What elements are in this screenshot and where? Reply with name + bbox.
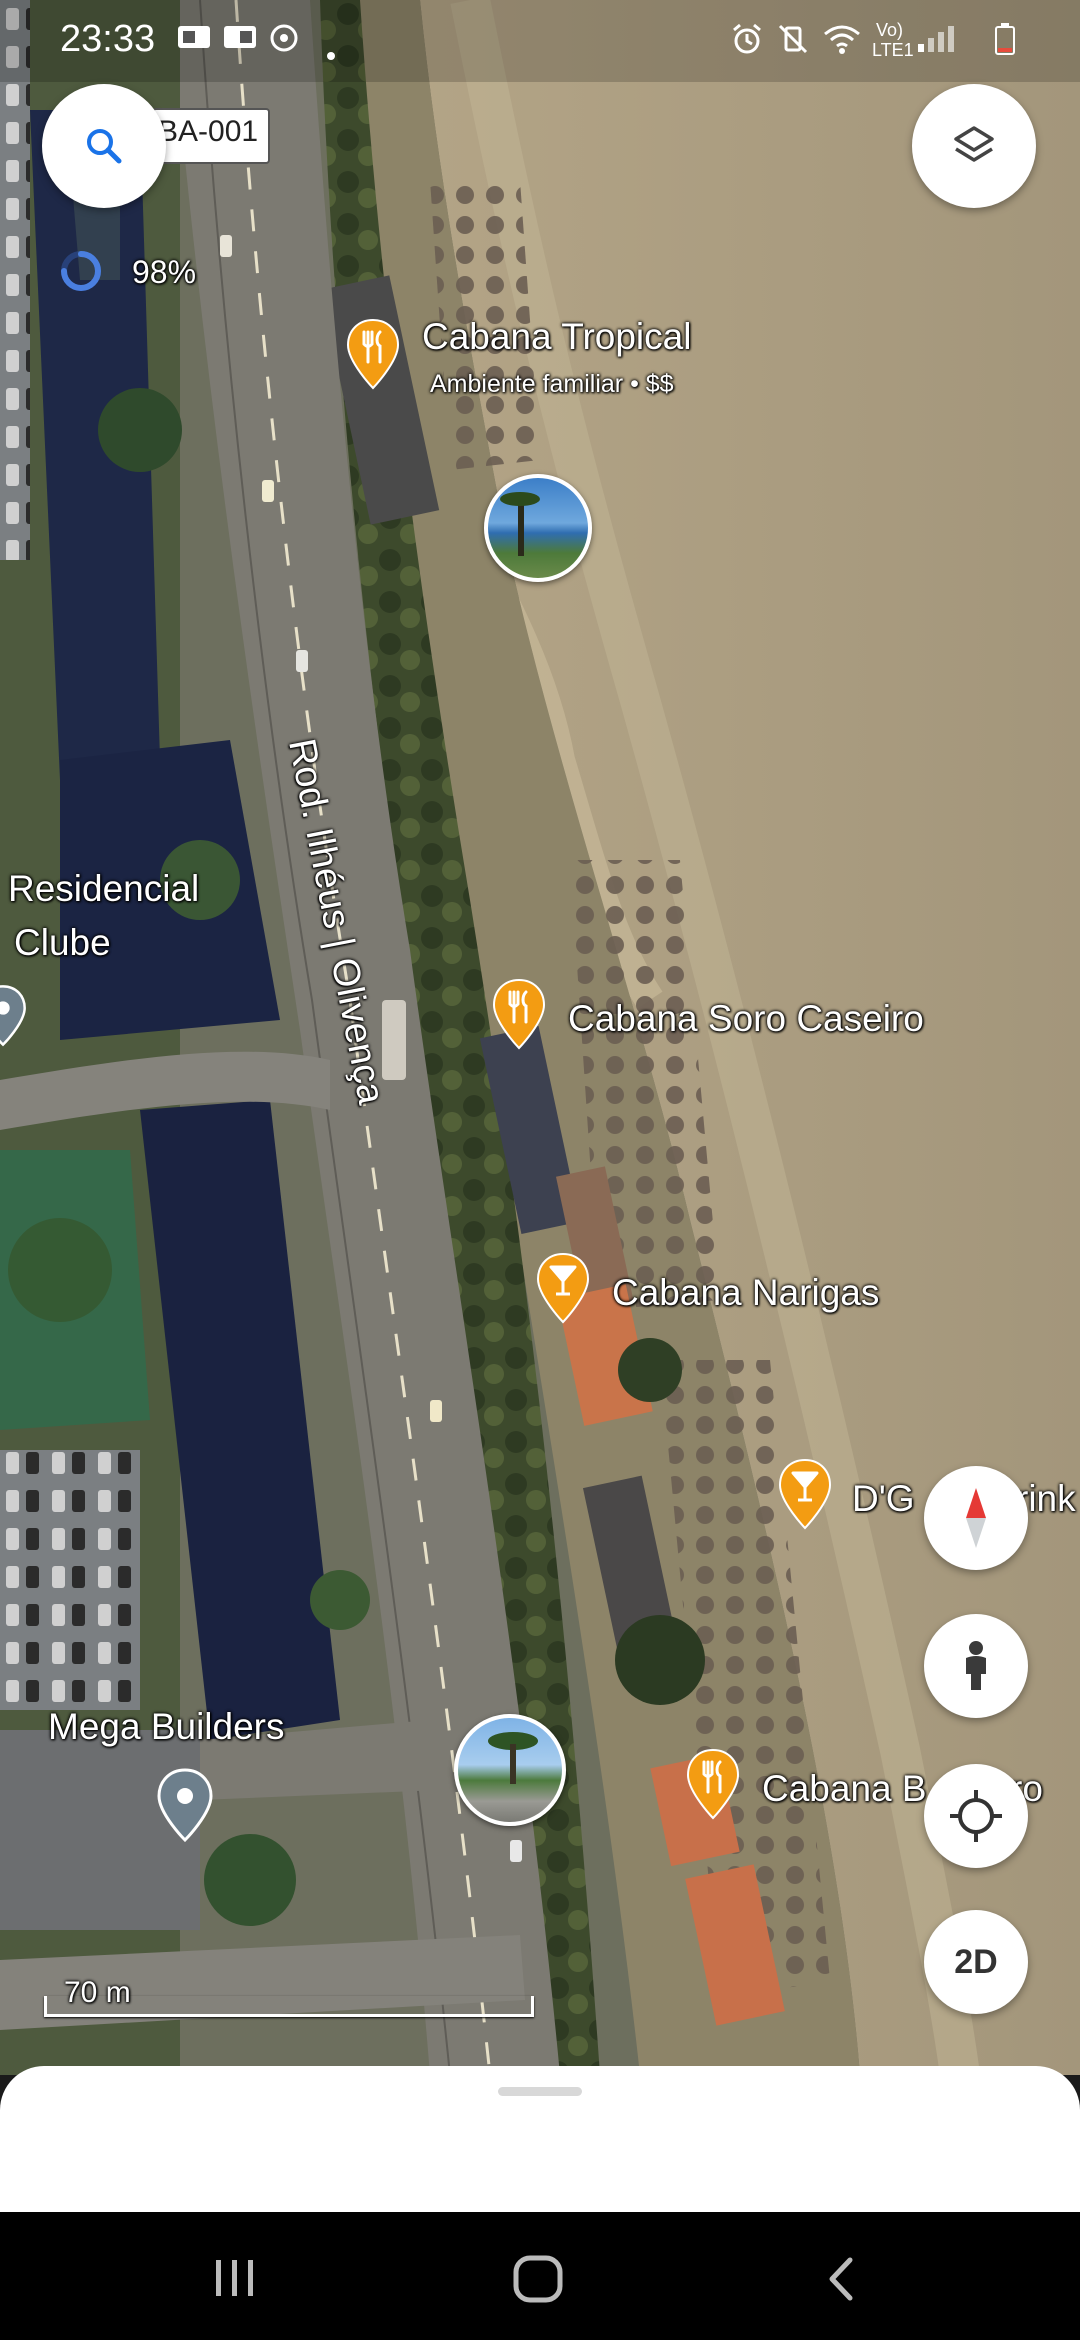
- area-label-clube: Clube: [14, 922, 111, 963]
- bar-icon[interactable]: [536, 1252, 590, 1324]
- alarm-icon: [730, 22, 764, 63]
- bar-icon[interactable]: [778, 1458, 832, 1530]
- compass-button[interactable]: [924, 1466, 1028, 1570]
- place-pin-edge-icon[interactable]: [0, 984, 28, 1052]
- poi-name-cabana-b[interactable]: Cabana B: [762, 1768, 927, 1810]
- place-pin-icon[interactable]: [155, 1768, 215, 1848]
- notification-icon: [176, 22, 212, 59]
- area-label-residencial: Residencial: [8, 868, 200, 909]
- home-icon[interactable]: [512, 2254, 566, 2304]
- network-label: LTE1: [872, 40, 914, 60]
- recents-icon[interactable]: [210, 2256, 260, 2300]
- view-mode-button[interactable]: 2D: [924, 1910, 1028, 2014]
- back-icon[interactable]: [822, 2256, 862, 2302]
- road-badge-label: BA-001: [158, 115, 259, 148]
- restaurant-icon[interactable]: [346, 318, 400, 390]
- street-view-button[interactable]: [924, 1614, 1028, 1718]
- signal-icon: [916, 22, 960, 61]
- poi-name-dg-drink[interactable]: D'G: [852, 1478, 915, 1520]
- volte-label: Vo): [876, 20, 904, 40]
- sync-icon: [268, 22, 300, 61]
- poi-name-cabana-tropical[interactable]: Cabana Tropical: [422, 316, 691, 358]
- search-icon: [87, 129, 122, 164]
- dot-icon: [326, 36, 336, 68]
- poi-name-cabana-soro-caseiro[interactable]: Cabana Soro Caseiro: [568, 998, 924, 1040]
- photo-thumbnail-road[interactable]: [454, 1714, 566, 1826]
- poi-name-cabana-narigas[interactable]: Cabana Narigas: [612, 1272, 879, 1314]
- my-location-button[interactable]: [924, 1764, 1028, 1868]
- restaurant-icon[interactable]: [686, 1748, 740, 1820]
- notification-icon: [222, 22, 258, 59]
- vibrate-mute-icon: [776, 22, 810, 63]
- view-mode-label: 2D: [954, 1942, 998, 1981]
- layers-button[interactable]: [912, 84, 1036, 208]
- status-bar: 23:33 Vo) LTE1: [0, 0, 1080, 82]
- loading-percent: 98%: [132, 254, 197, 290]
- drag-handle[interactable]: [498, 2087, 582, 2096]
- poi-subtitle-cabana-tropical: Ambiente familiar • $$: [430, 370, 674, 398]
- layers-icon: [954, 126, 994, 162]
- my-location-icon: [950, 1790, 1002, 1842]
- bottom-sheet[interactable]: [0, 2066, 1080, 2212]
- wifi-icon: [822, 22, 862, 63]
- restaurant-icon[interactable]: [492, 978, 546, 1050]
- photo-thumbnail-beach[interactable]: [484, 474, 592, 582]
- system-nav-bar: [0, 2212, 1080, 2340]
- loading-spinner-icon: [61, 251, 101, 291]
- compass-icon: [966, 1488, 986, 1548]
- area-label-mega-builders: Mega Builders: [48, 1706, 285, 1747]
- search-button[interactable]: [42, 84, 166, 208]
- battery-low-icon: [994, 22, 1016, 63]
- scale-label: 70 m: [64, 1976, 131, 2009]
- status-time: 23:33: [60, 18, 156, 60]
- satellite-map[interactable]: BA-001 Rod. Ilhéus | Olivença Residencia…: [0, 0, 1080, 2075]
- pegman-icon: [966, 1641, 986, 1690]
